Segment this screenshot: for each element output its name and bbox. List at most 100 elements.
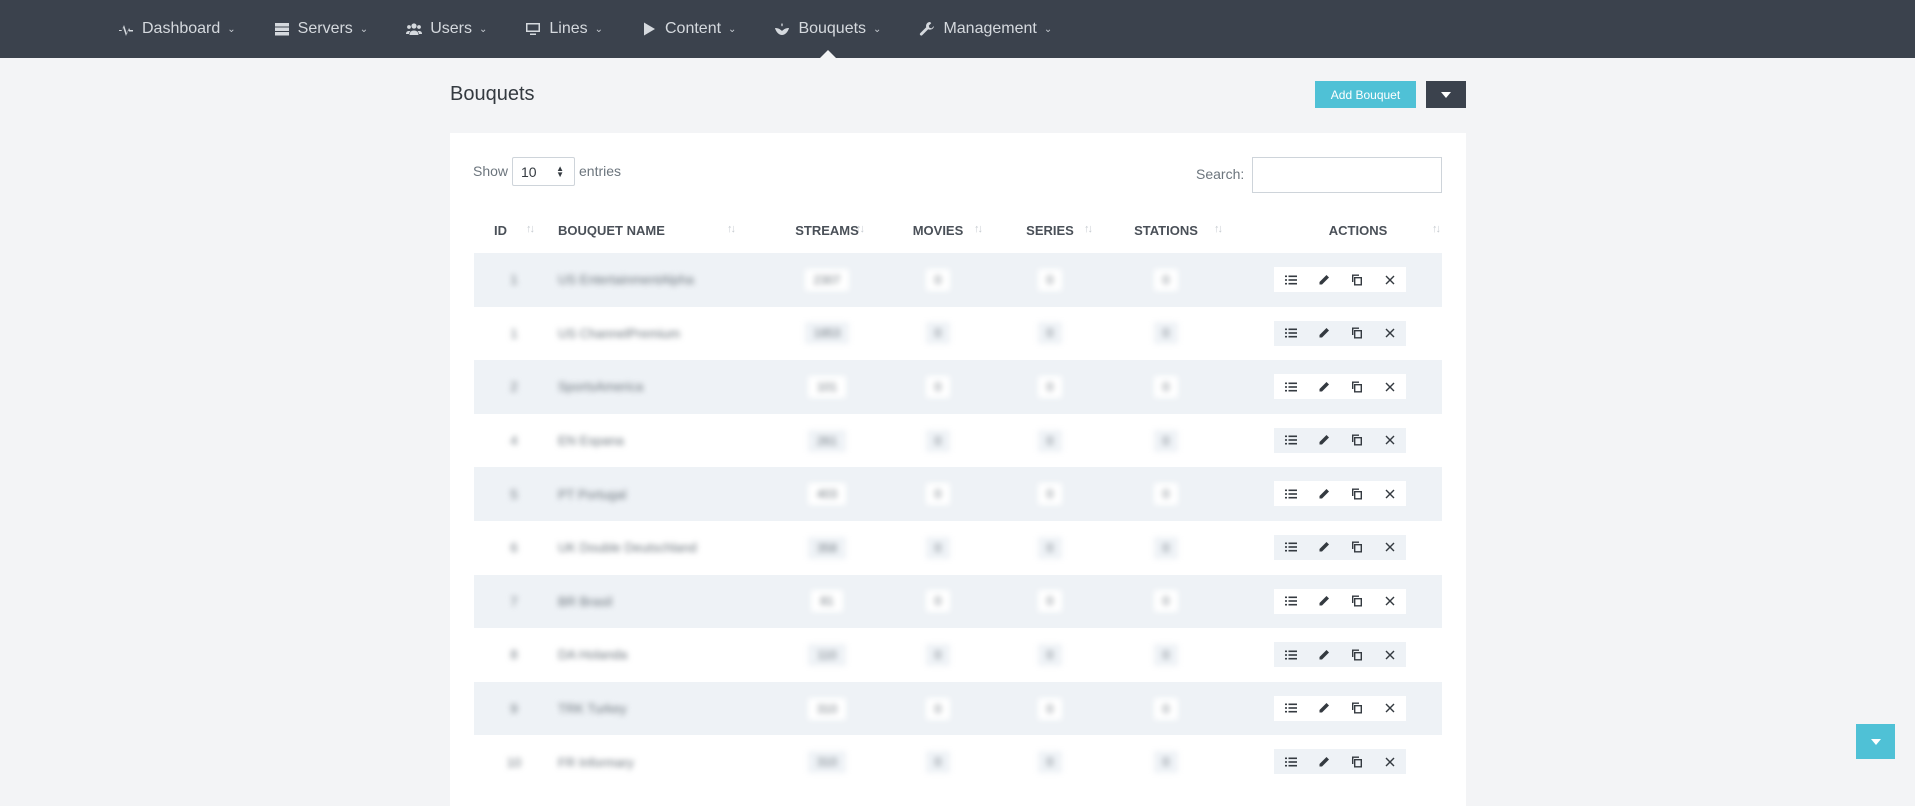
view-button[interactable] [1274, 588, 1307, 614]
cell-streams: 358 [772, 521, 882, 575]
view-button[interactable] [1274, 534, 1307, 560]
streams-value: 101 [807, 375, 847, 398]
cell-series: 0 [1000, 414, 1100, 468]
close-icon [1384, 381, 1396, 393]
edit-button[interactable] [1307, 481, 1340, 507]
delete-button[interactable] [1373, 267, 1406, 292]
column-header-bouquet-name[interactable]: BOUQUET NAME [558, 207, 738, 253]
series-value: 0 [1037, 697, 1063, 720]
view-button[interactable] [1274, 374, 1307, 400]
nav-item-users[interactable]: Users ⌄ [406, 0, 487, 58]
pencil-icon [1318, 756, 1330, 768]
duplicate-button[interactable] [1340, 695, 1373, 721]
pulse-icon [118, 21, 142, 37]
delete-button[interactable] [1373, 374, 1406, 400]
duplicate-button[interactable] [1340, 749, 1373, 775]
view-button[interactable] [1274, 695, 1307, 721]
delete-button[interactable] [1373, 749, 1406, 775]
view-button[interactable] [1274, 320, 1307, 346]
duplicate-button[interactable] [1340, 534, 1373, 560]
stations-value: 0 [1153, 375, 1179, 398]
cell-movies: 0 [888, 467, 988, 521]
cell-series: 0 [1000, 682, 1100, 736]
stations-value: 0 [1153, 322, 1179, 345]
duplicate-button[interactable] [1340, 642, 1373, 668]
delete-button[interactable] [1373, 320, 1406, 346]
edit-button[interactable] [1307, 642, 1340, 668]
cell-stations: 0 [1106, 307, 1226, 361]
duplicate-button[interactable] [1340, 481, 1373, 507]
list-icon [1284, 756, 1297, 768]
bouquets-table: ID ↑↓ BOUQUET NAME ↑↓ STREAMS ↑↓ MOVIES ↑↓ SERIE… [474, 207, 1442, 789]
view-button[interactable] [1274, 427, 1307, 453]
delete-button[interactable] [1373, 642, 1406, 668]
cell-name: US ChannelPremium [558, 307, 738, 361]
view-button[interactable] [1274, 481, 1307, 507]
edit-button[interactable] [1307, 320, 1340, 346]
entries-length-select[interactable]: 10 ▲ ▼ [512, 157, 575, 186]
streams-value: 310 [807, 751, 847, 774]
edit-button[interactable] [1307, 695, 1340, 721]
search-label: Search: [1196, 166, 1245, 182]
list-icon [1284, 274, 1297, 286]
edit-button[interactable] [1307, 749, 1340, 775]
cell-movies: 0 [888, 307, 988, 361]
edit-button[interactable] [1307, 534, 1340, 560]
cell-id: 1 [494, 253, 534, 307]
view-button[interactable] [1274, 749, 1307, 775]
edit-button[interactable] [1307, 588, 1340, 614]
cell-movies: 0 [888, 682, 988, 736]
list-icon [1284, 327, 1297, 339]
duplicate-button[interactable] [1340, 588, 1373, 614]
nav-item-label: Users [430, 20, 472, 37]
column-header-stations[interactable]: STATIONS [1106, 207, 1226, 253]
id-value: 1 [510, 272, 518, 288]
select-arrows-icon: ▲ ▼ [556, 164, 564, 179]
nav-item-management[interactable]: Management ⌄ [919, 0, 1052, 58]
delete-button[interactable] [1373, 481, 1406, 507]
close-icon [1384, 434, 1396, 446]
cell-movies: 0 [888, 521, 988, 575]
view-button[interactable] [1274, 267, 1307, 292]
caret-down-icon [1441, 91, 1451, 98]
duplicate-button[interactable] [1340, 320, 1373, 346]
stations-value: 0 [1153, 590, 1179, 613]
copy-icon [1351, 595, 1363, 607]
delete-button[interactable] [1373, 427, 1406, 453]
movies-value: 0 [925, 590, 951, 613]
edit-button[interactable] [1307, 374, 1340, 400]
edit-button[interactable] [1307, 427, 1340, 453]
nav-item-dashboard[interactable]: Dashboard ⌄ [118, 0, 236, 58]
pencil-icon [1318, 434, 1330, 446]
bouquets-card: Show 10 ▲ ▼ entries Search: ID ↑↓ BOUQUET N… [450, 133, 1466, 806]
cell-stations: 0 [1106, 360, 1226, 414]
duplicate-button[interactable] [1340, 374, 1373, 400]
delete-button[interactable] [1373, 588, 1406, 614]
cell-streams: 101 [772, 360, 882, 414]
column-header-actions[interactable]: ACTIONS [1274, 207, 1442, 253]
list-icon [1284, 434, 1297, 446]
cell-stations: 0 [1106, 414, 1226, 468]
scroll-down-button[interactable] [1856, 724, 1895, 759]
view-button[interactable] [1274, 642, 1307, 668]
add-bouquet-button[interactable]: Add Bouquet [1315, 81, 1416, 108]
edit-button[interactable] [1307, 267, 1340, 292]
options-dropdown-button[interactable] [1426, 81, 1466, 108]
duplicate-button[interactable] [1340, 267, 1373, 292]
id-value: 2 [510, 379, 518, 395]
delete-button[interactable] [1373, 534, 1406, 560]
row-actions [1274, 642, 1406, 668]
column-header-movies[interactable]: MOVIES [888, 207, 988, 253]
duplicate-button[interactable] [1340, 427, 1373, 453]
nav-item-content[interactable]: Content ⌄ [641, 0, 736, 58]
cell-movies: 0 [888, 253, 988, 307]
column-header-streams[interactable]: STREAMS [772, 207, 882, 253]
pencil-icon [1318, 595, 1330, 607]
sort-icon: ↑↓ [1214, 223, 1223, 235]
nav-item-lines[interactable]: Lines ⌄ [525, 0, 603, 58]
search-input[interactable] [1252, 157, 1442, 193]
nav-item-bouquets[interactable]: Bouquets ⌄ [774, 0, 881, 58]
delete-button[interactable] [1373, 695, 1406, 721]
nav-item-servers[interactable]: Servers ⌄ [274, 0, 368, 58]
users-icon [406, 21, 430, 37]
